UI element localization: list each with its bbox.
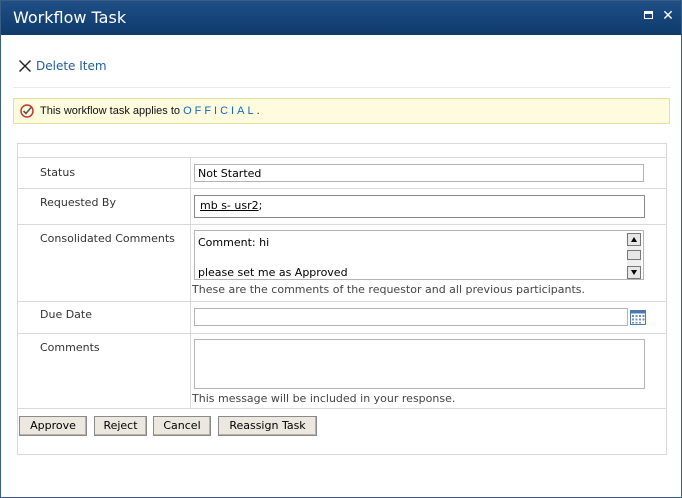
consolidated-line-1: Comment: hi bbox=[198, 236, 270, 249]
consolidated-help-text: These are the comments of the requestor … bbox=[192, 283, 586, 296]
notice-link[interactable]: OFFICIAL bbox=[183, 105, 257, 117]
consolidated-comments-label: Consolidated Comments bbox=[40, 232, 175, 245]
workflow-check-icon bbox=[20, 104, 34, 118]
status-value: Not Started bbox=[198, 167, 262, 180]
consolidated-cell bbox=[190, 225, 191, 301]
requested-by-user[interactable]: mb s- usr2 bbox=[200, 199, 259, 212]
reject-button[interactable]: Reject bbox=[94, 416, 147, 436]
requested-by-suffix: ; bbox=[258, 199, 263, 212]
form-top-strip bbox=[18, 144, 666, 158]
consolidated-line-2: please set me as Approved bbox=[198, 266, 348, 279]
row-consolidated-comments: Consolidated Comments Comment: hi please… bbox=[18, 225, 666, 302]
status-cell bbox=[190, 158, 191, 188]
workflow-task-dialog: Workflow Task ✕ Delete Item This workflo… bbox=[0, 0, 682, 498]
comments-textarea[interactable] bbox=[194, 339, 645, 389]
scroll-up-icon[interactable] bbox=[627, 233, 641, 246]
status-field: Not Started bbox=[194, 164, 644, 182]
delete-item-label: Delete Item bbox=[36, 59, 107, 73]
due-date-input[interactable] bbox=[194, 308, 628, 326]
due-date-cell bbox=[190, 302, 191, 333]
scroll-thumb[interactable] bbox=[627, 250, 641, 260]
status-label: Status bbox=[40, 166, 76, 179]
row-comments: Comments This message will be included i… bbox=[18, 334, 666, 409]
notice-prefix: This workflow task applies to bbox=[40, 105, 184, 117]
requested-by-label: Requested By bbox=[40, 196, 116, 209]
reassign-task-button[interactable]: Reassign Task bbox=[218, 416, 317, 436]
workflow-notice: This workflow task applies to OFFICIAL. bbox=[13, 98, 670, 124]
window-title: Workflow Task bbox=[13, 8, 127, 27]
cancel-button[interactable]: Cancel bbox=[153, 416, 211, 436]
close-icon[interactable]: ✕ bbox=[661, 9, 675, 23]
comments-label: Comments bbox=[40, 341, 100, 354]
consolidated-comments-textarea[interactable]: Comment: hi please set me as Approved bbox=[194, 230, 644, 280]
comments-help-text: This message will be included in your re… bbox=[192, 392, 456, 405]
ribbon: Delete Item bbox=[13, 45, 671, 88]
maximize-icon[interactable] bbox=[641, 9, 655, 23]
calendar-icon[interactable] bbox=[630, 310, 646, 325]
delete-x-icon bbox=[19, 60, 31, 72]
task-form: Status Not Started Requested By mb s- us… bbox=[17, 143, 667, 455]
requested-by-field[interactable]: mb s- usr2; bbox=[194, 195, 645, 218]
delete-item-button[interactable]: Delete Item bbox=[17, 58, 107, 74]
notice-text: This workflow task applies to OFFICIAL. bbox=[40, 105, 260, 117]
comments-scrollbar[interactable] bbox=[627, 233, 641, 279]
due-date-label: Due Date bbox=[40, 308, 92, 321]
scroll-down-icon[interactable] bbox=[627, 266, 641, 279]
row-requested-by: Requested By mb s- usr2; bbox=[18, 189, 666, 225]
comments-cell bbox=[190, 334, 191, 408]
row-due-date: Due Date bbox=[18, 302, 666, 334]
notice-suffix: . bbox=[256, 105, 260, 117]
requested-by-cell bbox=[190, 189, 191, 224]
title-bar: Workflow Task ✕ bbox=[1, 1, 681, 35]
row-status: Status Not Started bbox=[18, 158, 666, 189]
approve-button[interactable]: Approve bbox=[19, 416, 87, 436]
action-buttons: Approve Reject Cancel Reassign Task bbox=[18, 408, 666, 454]
